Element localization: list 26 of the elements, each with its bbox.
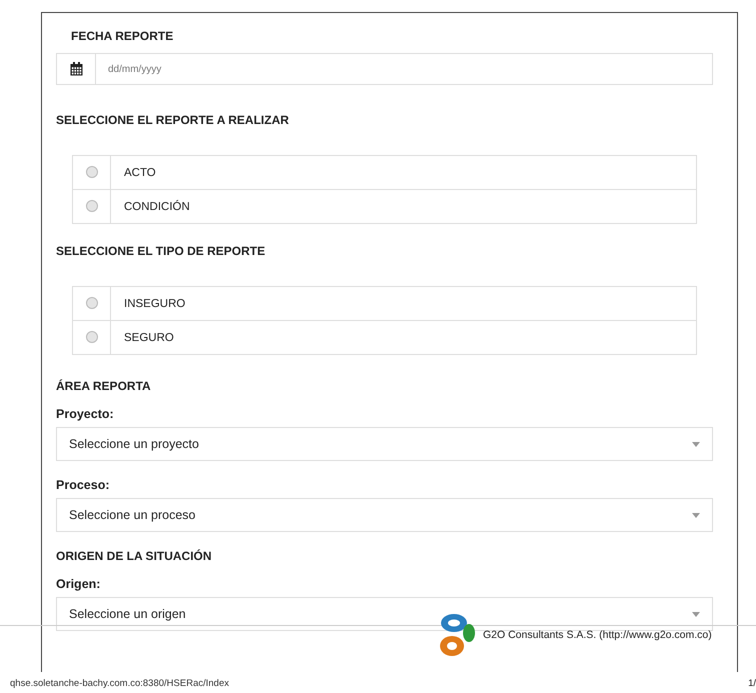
select-dropdown[interactable]: Seleccione un origen xyxy=(56,597,713,631)
field-label: Origen: xyxy=(56,577,102,591)
radio-option[interactable]: ACTO xyxy=(73,156,696,189)
section-heading: FECHA REPORTE xyxy=(71,29,174,43)
select-dropdown[interactable]: Seleccione un proyecto xyxy=(56,427,713,461)
field-label: Proceso: xyxy=(56,478,110,492)
section-heading: SELECCIONE EL TIPO DE REPORTE xyxy=(56,244,266,258)
radio-button[interactable] xyxy=(86,166,98,178)
radio-button[interactable] xyxy=(86,200,98,212)
page-number: 1/ xyxy=(748,678,756,689)
section-heading: ORIGEN DE LA SITUACIÓN xyxy=(56,549,213,563)
radio-option[interactable]: INSEGURO xyxy=(73,287,696,320)
section-heading: SELECCIONE EL REPORTE A REALIZAR xyxy=(56,113,290,127)
footer-credit: G2O Consultants S.A.S. (http://www.g2o.com.co) xyxy=(483,629,712,641)
radio-button[interactable] xyxy=(86,331,98,343)
caret-icon xyxy=(692,512,700,518)
field-label: Proyecto: xyxy=(56,407,115,421)
select-dropdown[interactable]: Seleccione un proceso xyxy=(56,498,713,532)
caret-icon xyxy=(692,442,700,446)
caret-icon xyxy=(692,612,700,616)
section-heading: ÁREA REPORTA xyxy=(56,379,152,393)
page-url: qhse.soletanche-bachy.com.co:8380/HSERac/Index xyxy=(10,678,229,689)
radio-option[interactable]: CONDICIÓN xyxy=(73,189,696,223)
radio-option[interactable]: SEGURO xyxy=(73,320,696,354)
radio-button[interactable] xyxy=(86,297,98,309)
calendar-icon xyxy=(70,62,82,76)
